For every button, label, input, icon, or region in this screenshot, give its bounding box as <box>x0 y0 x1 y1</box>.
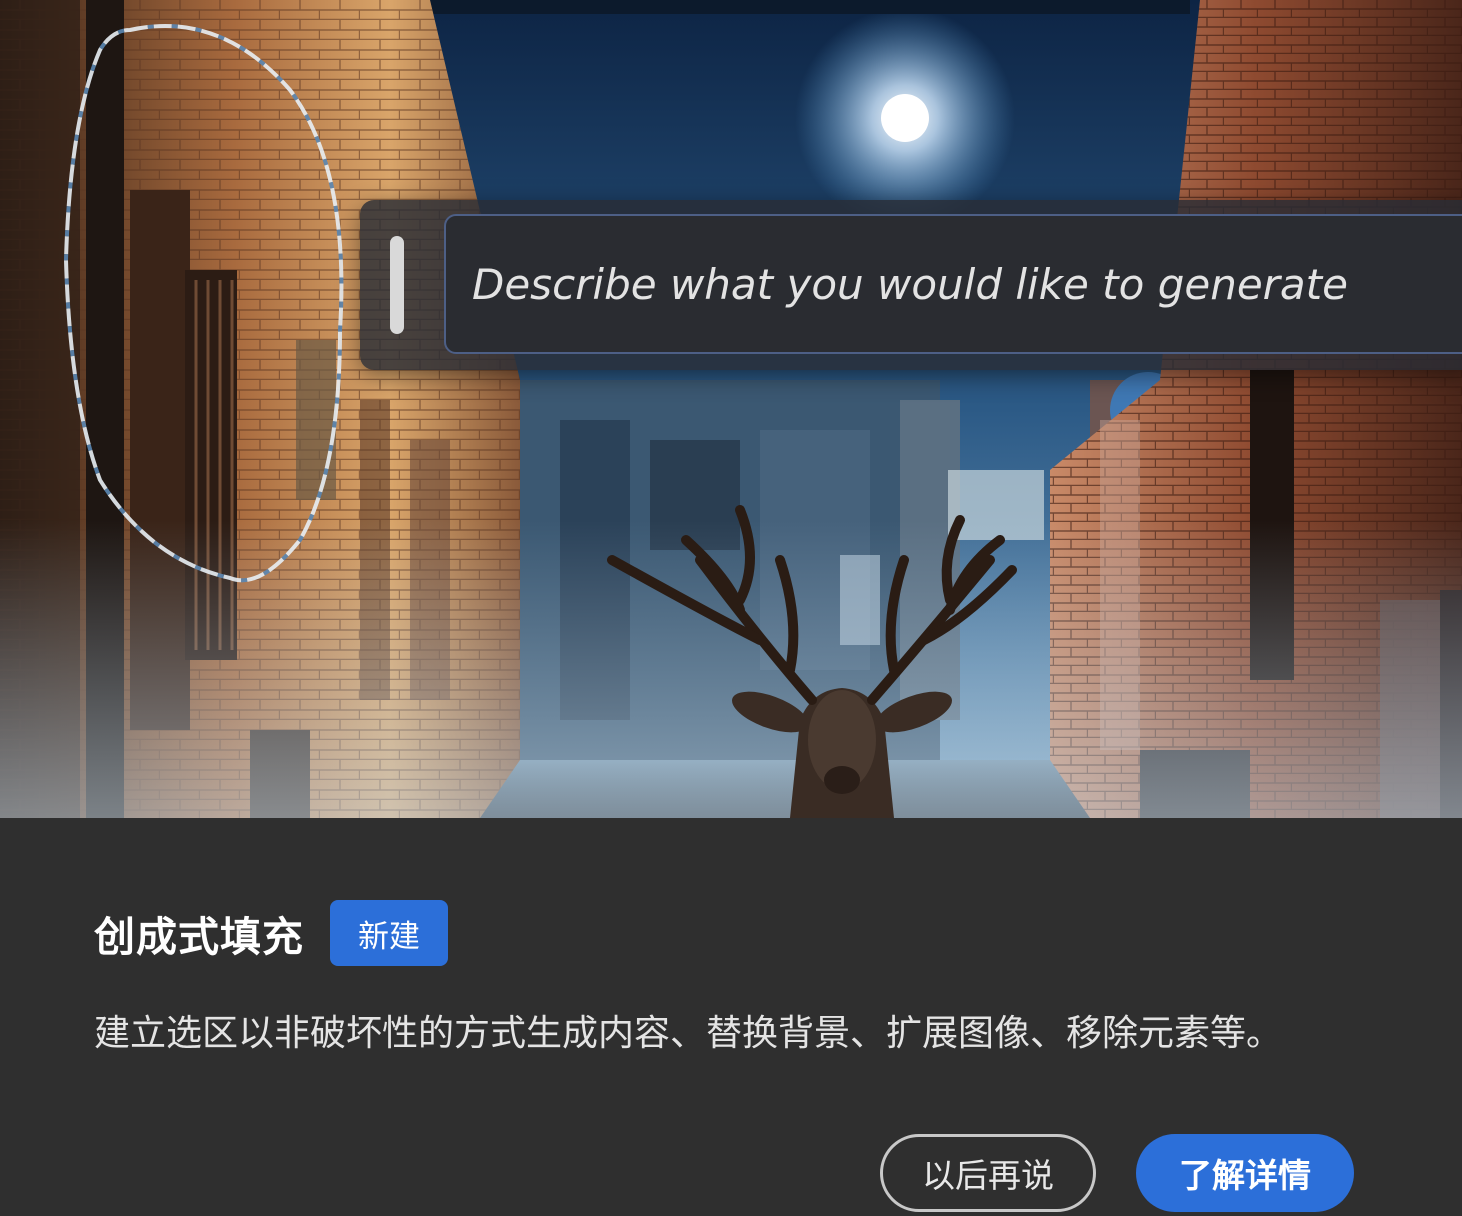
feature-intro-dialog: 创成式填充 新建 建立选区以非破坏性的方式生成内容、替换背景、扩展图像、移除元素… <box>0 0 1462 1216</box>
later-button[interactable]: 以后再说 <box>880 1134 1096 1212</box>
drag-handle[interactable] <box>390 236 404 334</box>
alley-scene-image <box>0 0 1462 818</box>
new-badge: 新建 <box>330 900 448 966</box>
generate-prompt-input[interactable] <box>444 214 1462 354</box>
generate-prompt-bar <box>360 200 1462 370</box>
feature-description: 建立选区以非破坏性的方式生成内容、替换背景、扩展图像、移除元素等。 <box>94 1013 1283 1054</box>
feature-title: 创成式填充 <box>94 913 304 961</box>
title-row: 创成式填充 新建 <box>94 900 448 966</box>
learn-more-button[interactable]: 了解详情 <box>1136 1134 1354 1212</box>
info-panel: 创成式填充 新建 建立选区以非破坏性的方式生成内容、替换背景、扩展图像、移除元素… <box>0 818 1462 1216</box>
hero-illustration <box>0 0 1462 818</box>
